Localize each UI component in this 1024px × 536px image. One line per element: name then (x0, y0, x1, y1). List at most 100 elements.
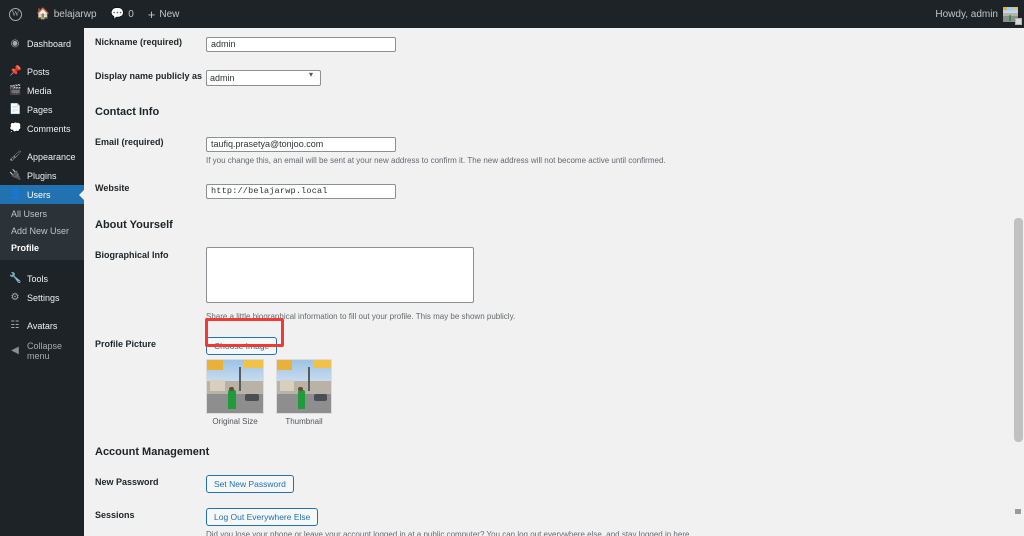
howdy-label: Howdy, admin (935, 8, 998, 20)
sessions-label: Sessions (95, 509, 135, 520)
sidebar-item-label: Media (27, 85, 52, 96)
contact-info-heading: Contact Info (95, 106, 160, 118)
sidebar-item-posts[interactable]: 📌 Posts (0, 62, 84, 81)
submenu-item-add-new-user[interactable]: Add New User (0, 223, 84, 240)
sidebar-item-label: Collapse menu (27, 340, 63, 361)
sessions-description: Did you lose your phone or leave your ac… (206, 529, 692, 536)
sidebar-item-tools[interactable]: 🔧 Tools (0, 269, 84, 288)
plus-icon: + (147, 6, 156, 22)
collapse-icon: ◀ (11, 344, 19, 356)
sidebar-item-appearance[interactable]: 🖌 Appearance (0, 147, 84, 166)
row-nickname: Nickname (required) (84, 28, 1008, 52)
wordpress-logo-icon (9, 7, 22, 21)
sidebar-item-plugins[interactable]: 🔌 Plugins (0, 166, 84, 185)
plug-icon: 🔌 (9, 169, 22, 181)
set-new-password-button[interactable]: Set New Password (206, 474, 294, 493)
tools-icon: 🔧 (9, 272, 22, 284)
sidebar-item-dashboard[interactable]: ◉ Dashboard (0, 34, 84, 53)
comment-icon: 💭 (9, 122, 22, 134)
sidebar-item-avatars[interactable]: ☷ Avatars (0, 316, 84, 335)
display-name-label: Display name publicly as (95, 71, 203, 81)
wordpress-admin-screen: 🏠 belajarwp 💬 0 + New Howdy, admin ◉ D (0, 0, 1024, 536)
pin-icon: 📌 (9, 65, 22, 77)
row-new-password: New Password Set New Password (84, 458, 1008, 493)
sidebar-item-label: Users (27, 189, 51, 200)
sidebar-item-label: Appearance (27, 151, 76, 162)
profile-photo-original[interactable] (206, 358, 264, 414)
row-profile-picture: Profile Picture Choose Image Original Si… (84, 322, 1008, 426)
wordpress-logo-menu[interactable] (0, 0, 29, 28)
sidebar-item-collapse-menu[interactable]: ◀ Collapse menu (0, 340, 84, 361)
profile-form-content: Nickname (required) Display name publicl… (84, 28, 1008, 536)
sidebar-item-label: Pages (27, 104, 53, 115)
nickname-input[interactable] (206, 36, 396, 52)
display-name-select[interactable]: admin (206, 70, 321, 86)
sidebar-item-comments[interactable]: 💭 Comments (0, 119, 84, 138)
sidebar-item-pages[interactable]: 📄 Pages (0, 100, 84, 119)
sidebar-item-label: Settings (27, 292, 60, 303)
media-icon: 🎬 (9, 84, 22, 96)
profile-photo-thumbnail[interactable] (276, 358, 332, 414)
settings-icon: ⚙ (10, 291, 20, 303)
sidebar-item-label: Dashboard (27, 38, 72, 49)
new-label: New (159, 8, 180, 20)
brush-icon: 🖌 (9, 150, 22, 162)
email-label: Email (required) (95, 137, 164, 147)
menu-separator (0, 53, 84, 62)
site-name-menu[interactable]: 🏠 belajarwp (29, 0, 104, 28)
profile-picture-previews: Original Size Thumbnail (206, 355, 1008, 426)
row-display-name: Display name publicly as admin ▾ (84, 52, 1008, 86)
row-sessions: Sessions Log Out Everywhere Else Did you… (84, 493, 1008, 536)
site-name-label: belajarwp (53, 8, 97, 20)
account-management-heading: Account Management (95, 445, 210, 458)
row-biographical-info: Biographical Info Share a little biograp… (84, 231, 1008, 322)
email-input[interactable] (206, 136, 396, 152)
display-name-select-wrap: admin ▾ (206, 68, 321, 86)
about-yourself-heading: About Yourself (95, 218, 173, 231)
email-description: If you change this, an email will be sen… (206, 156, 666, 165)
biographical-info-description: Share a little biographical information … (206, 311, 516, 321)
sidebar-item-label: Avatars (27, 320, 58, 331)
sidebar-item-label: Comments (27, 123, 71, 134)
row-website: Website (84, 166, 1008, 199)
resize-grip[interactable] (1015, 509, 1021, 514)
submenu-item-profile[interactable]: Profile (0, 240, 84, 257)
profile-picture-label: Profile Picture (95, 338, 157, 349)
row-email: Email (required) If you change this, an … (84, 118, 1008, 166)
comment-bubble-icon: 💬 (110, 7, 125, 20)
biographical-info-textarea[interactable] (206, 246, 474, 303)
menu-separator (0, 307, 84, 316)
home-icon: 🏠 (36, 7, 50, 20)
biographical-info-label: Biographical Info (95, 249, 169, 260)
website-label: Website (95, 183, 130, 193)
menu-separator (0, 260, 84, 269)
nickname-label: Nickname (required) (95, 37, 183, 47)
preview-caption: Original Size (212, 416, 258, 426)
profile-form: Nickname (required) Display name publicl… (84, 28, 1008, 536)
my-account-menu[interactable]: Howdy, admin (935, 6, 1024, 22)
dashboard-icon: ◉ (10, 37, 20, 49)
menu-separator (0, 138, 84, 147)
website-input[interactable] (206, 183, 396, 199)
sidebar-item-media[interactable]: 🎬 Media (0, 81, 84, 100)
sidebar-item-label: Tools (27, 273, 49, 284)
users-submenu: All Users Add New User Profile (0, 204, 84, 260)
window-control-box[interactable] (1015, 18, 1022, 25)
page-icon: 📄 (9, 103, 22, 115)
sidebar-item-label: Plugins (27, 170, 57, 181)
sidebar-item-settings[interactable]: ⚙ Settings (0, 288, 84, 307)
preview-original-size: Original Size (206, 358, 264, 426)
sidebar-item-users[interactable]: 👤 Users (0, 185, 85, 204)
vertical-scrollbar-thumb[interactable] (1014, 218, 1023, 442)
preview-thumbnail: Thumbnail (276, 358, 332, 426)
comments-menu[interactable]: 💬 0 (104, 0, 141, 28)
new-content-menu[interactable]: + New (141, 0, 187, 28)
users-icon: 👤 (9, 188, 22, 200)
preview-caption: Thumbnail (285, 416, 323, 426)
choose-image-button[interactable]: Choose Image (206, 336, 278, 355)
submenu-item-all-users[interactable]: All Users (0, 206, 84, 223)
admin-sidebar-menu: ◉ Dashboard 📌 Posts 🎬 Media 📄 Pages 💭 Co… (0, 28, 85, 536)
admin-bar: 🏠 belajarwp 💬 0 + New Howdy, admin (0, 0, 1024, 28)
log-out-everywhere-button[interactable]: Log Out Everywhere Else (206, 507, 319, 526)
comments-count: 0 (128, 8, 134, 20)
